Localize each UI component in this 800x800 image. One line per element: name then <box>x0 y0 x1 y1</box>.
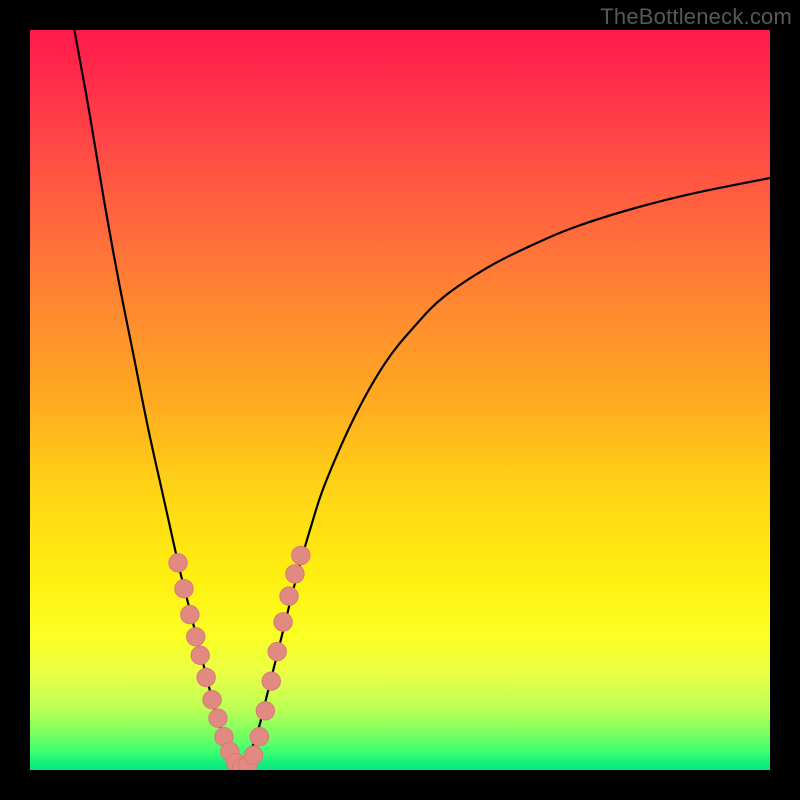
data-point <box>203 691 221 709</box>
data-point <box>244 746 262 764</box>
bottleneck-curve <box>74 30 770 770</box>
data-point <box>191 646 209 664</box>
data-point <box>256 702 274 720</box>
data-point <box>262 672 280 690</box>
data-point <box>268 642 286 660</box>
data-point <box>175 580 193 598</box>
data-point <box>169 554 187 572</box>
data-point <box>280 587 298 605</box>
marker-points <box>169 546 310 770</box>
data-point <box>250 728 268 746</box>
data-point <box>286 565 304 583</box>
data-point <box>274 613 292 631</box>
data-point <box>187 628 205 646</box>
watermark-text: TheBottleneck.com <box>600 4 792 30</box>
chart-frame: TheBottleneck.com <box>0 0 800 800</box>
data-point <box>197 668 215 686</box>
data-point <box>209 709 227 727</box>
plot-area <box>30 30 770 770</box>
data-point <box>181 605 199 623</box>
data-point <box>292 546 310 564</box>
curve-svg <box>30 30 770 770</box>
